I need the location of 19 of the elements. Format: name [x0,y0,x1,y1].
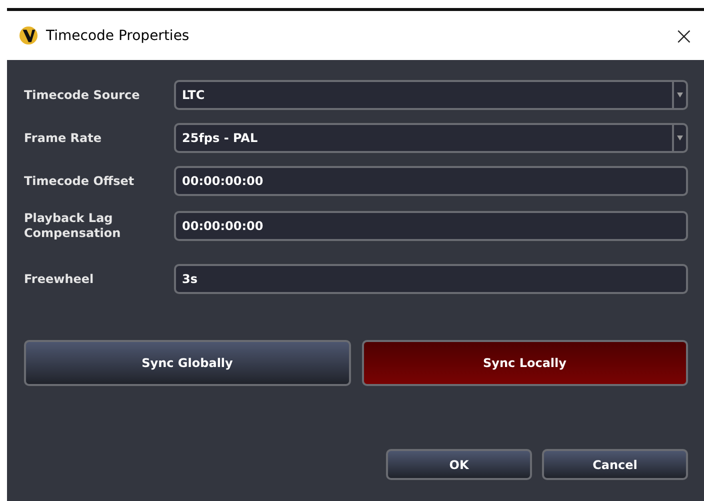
dropdown[interactable]: 25fps - PAL [174,123,688,153]
text-field[interactable]: 00:00:00:00 [174,166,688,196]
sync-button[interactable]: Sync Locally [362,340,688,386]
dropdown-arrow-icon [672,82,686,108]
field-label: Timecode Source [24,88,141,102]
close-button[interactable]: × [670,24,698,48]
field-label: Frame Rate [24,130,102,146]
dropdown[interactable]: LTC [174,80,688,110]
field-label: Timecode Offset [24,174,136,188]
field-label: Playback Lag Compensation [24,211,122,241]
text-field[interactable]: 3s [174,264,688,294]
dropdown-arrow-icon [672,125,686,151]
sync-button[interactable]: Sync Globally [24,340,350,386]
text-field[interactable]: 00:00:00:00 [174,211,688,241]
dialog-button[interactable]: OK [386,449,532,480]
dialog-button[interactable]: Cancel [542,449,688,480]
app-logo-icon [19,26,38,45]
field-label: Freewheel [24,272,95,286]
window-title: Timecode Properties [46,28,190,44]
